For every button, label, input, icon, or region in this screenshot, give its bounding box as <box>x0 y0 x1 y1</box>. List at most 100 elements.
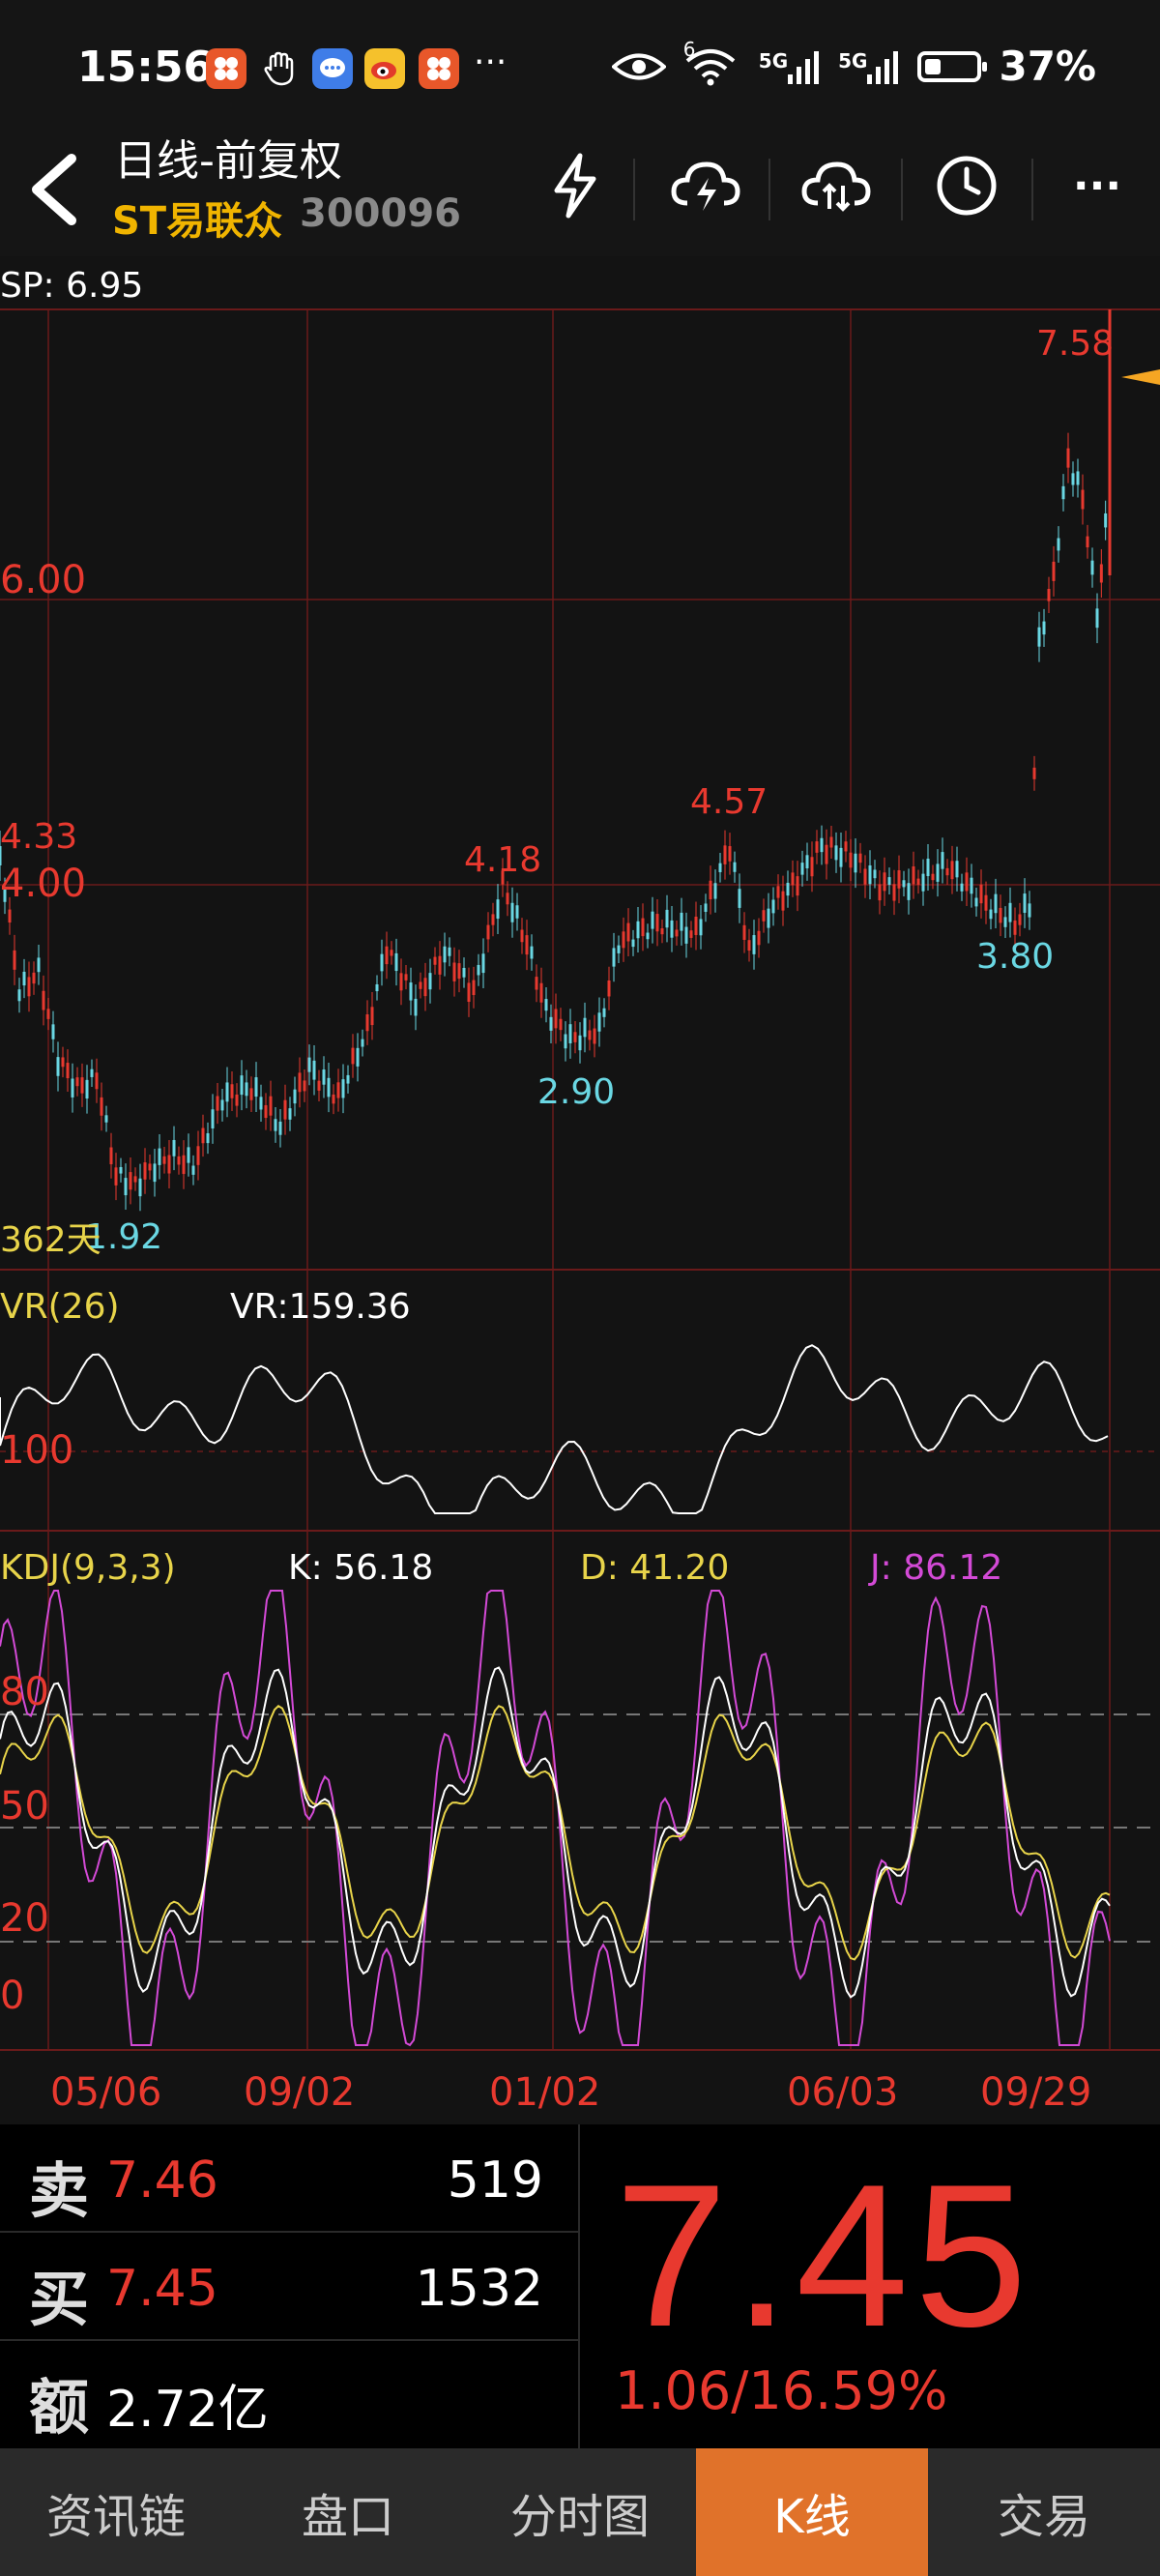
kline-chart[interactable] <box>0 256 1160 2124</box>
chevron-left-icon <box>32 154 76 225</box>
candle-body <box>1047 589 1051 601</box>
candle-body <box>974 897 978 907</box>
kline-chart-area[interactable]: SP: 6.95 6.00 4.00 7.58 4.33 4.18 4.57 1… <box>0 256 1160 2124</box>
candle-body <box>723 845 727 864</box>
days-label: 362天 <box>0 1220 102 1260</box>
candle-body <box>868 864 872 885</box>
candle-body <box>109 1147 113 1165</box>
candle-body <box>95 1072 99 1090</box>
tab-trade[interactable]: 交易 <box>928 2448 1160 2576</box>
candle-body <box>612 948 616 967</box>
candle-body <box>336 1082 340 1098</box>
candle-body <box>539 982 543 1003</box>
kdj-k-value: K: 56.18 <box>288 1548 434 1588</box>
candle-body <box>839 847 843 867</box>
candle-body <box>815 841 819 853</box>
price-high-annotation: 7.58 <box>1036 324 1115 364</box>
candle-body <box>380 953 384 972</box>
price-axis-label: 6.00 <box>0 558 87 602</box>
cloud-sync-button[interactable] <box>798 147 875 224</box>
candle-body <box>573 1032 577 1042</box>
candle-body <box>409 982 413 1001</box>
candle-body <box>477 964 480 976</box>
candle-body <box>776 886 780 898</box>
wifi-label: 6 <box>682 37 696 61</box>
candle-body <box>858 853 862 864</box>
candle-body <box>752 935 756 954</box>
date-label: 09/29 <box>980 2070 1092 2115</box>
candle-body <box>805 855 809 869</box>
kdj-indicator-name: KDJ(9,3,3) <box>0 1548 176 1588</box>
candle-body <box>655 914 659 932</box>
candle-body <box>332 1094 335 1104</box>
candle-body <box>322 1069 326 1085</box>
candle-body <box>926 859 930 877</box>
tab-news-chain[interactable]: 资讯链 <box>0 2448 232 2576</box>
cloud-sync-icon <box>801 161 871 212</box>
candle-body <box>636 921 640 939</box>
candle-body <box>684 926 688 944</box>
candle-body <box>791 872 795 886</box>
battery-icon <box>917 50 988 82</box>
candle-body <box>66 1063 70 1079</box>
candle-body <box>278 1121 282 1135</box>
candle-body <box>448 947 451 956</box>
tab-kline[interactable]: K线 <box>696 2448 928 2576</box>
candle-body <box>786 882 790 896</box>
more-button[interactable]: ··· <box>1058 147 1136 224</box>
cloud-download-button[interactable] <box>667 147 744 224</box>
candle-body <box>950 861 954 880</box>
header-separator <box>633 159 635 220</box>
candle-body <box>317 1080 321 1091</box>
amount-value: 2.72亿 <box>106 2381 269 2439</box>
candle-body <box>578 1035 582 1051</box>
candle-body <box>1013 920 1017 935</box>
candle-body <box>989 909 993 920</box>
cloud-download-icon <box>671 161 740 211</box>
candle-body <box>182 1155 186 1175</box>
system-icons: 6 5G 5G 37% <box>611 38 1096 90</box>
tab-order-book[interactable]: 盘口 <box>232 2448 464 2576</box>
candle-body <box>162 1156 166 1164</box>
candle-body <box>370 1007 374 1026</box>
history-button[interactable] <box>928 147 1005 224</box>
candle-body <box>129 1172 132 1190</box>
tab-intraday[interactable]: 分时图 <box>464 2448 696 2576</box>
vr-value: VR:159.36 <box>230 1287 411 1327</box>
candle-body <box>394 952 398 972</box>
back-button[interactable] <box>25 153 79 235</box>
candle-body <box>1066 448 1070 468</box>
network-label-2: 5G <box>838 48 868 73</box>
date-label: 06/03 <box>787 2070 899 2115</box>
candle-body <box>404 974 408 981</box>
candle-body <box>965 872 969 892</box>
candle-body <box>399 973 403 991</box>
candle-body <box>1037 627 1041 647</box>
candle-body <box>568 1024 572 1043</box>
candle-body <box>1090 560 1094 575</box>
candle-body <box>588 1030 592 1040</box>
candle-body <box>365 1014 369 1032</box>
candle-body <box>201 1127 205 1144</box>
candle-body <box>694 916 698 935</box>
panel-divider <box>578 2124 580 2448</box>
candle-body <box>699 919 703 936</box>
candle-body <box>921 873 925 892</box>
price-peak-annotation: 4.18 <box>464 840 542 880</box>
candle-body <box>559 1018 563 1031</box>
candle-body <box>1052 561 1056 581</box>
candle-body <box>873 869 877 879</box>
candle-body <box>1081 489 1085 510</box>
candle-body <box>158 1148 161 1165</box>
candle-body <box>1003 917 1007 927</box>
candle-body <box>8 909 12 923</box>
candle-body <box>191 1165 195 1175</box>
wifi-icon: 6 <box>683 38 741 86</box>
candle-body <box>312 1060 316 1080</box>
candle-body <box>912 866 915 885</box>
candle-body <box>80 1077 84 1094</box>
candle-body <box>936 864 940 882</box>
flash-button[interactable] <box>536 147 614 224</box>
candle-body <box>138 1178 142 1197</box>
candle-body <box>361 1039 364 1047</box>
